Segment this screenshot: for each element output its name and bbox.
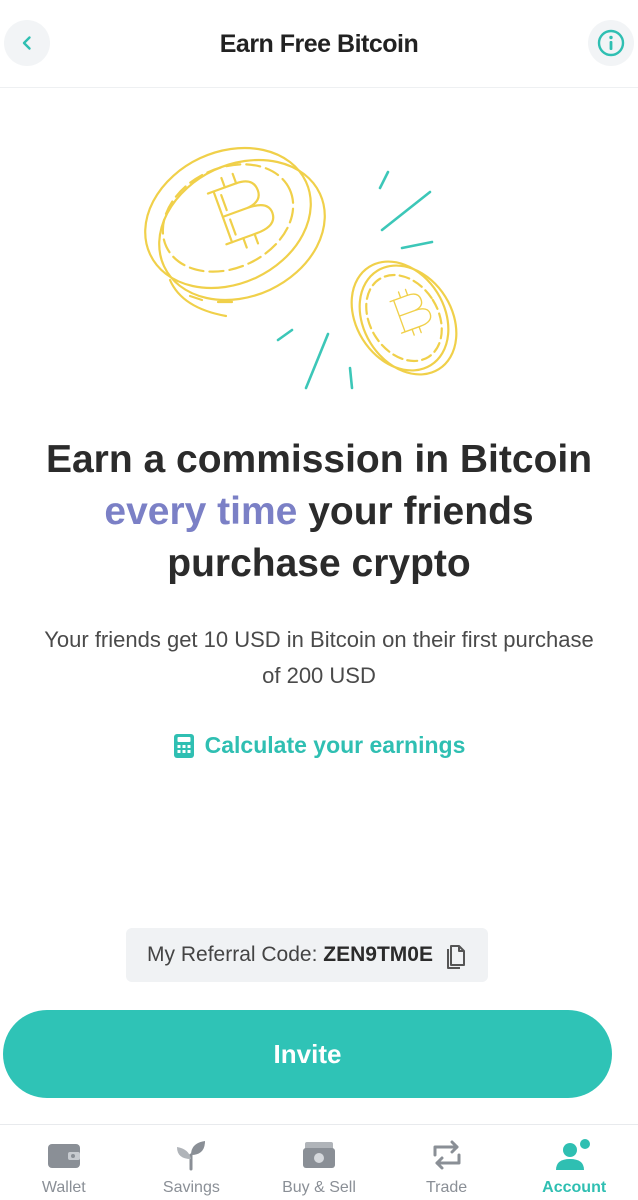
invite-button[interactable]: Invite — [3, 1010, 612, 1098]
wallet-icon — [47, 1144, 80, 1168]
info-icon — [597, 29, 625, 57]
tab-account[interactable]: Account — [510, 1125, 638, 1200]
referral-code-text: My Referral Code: ZEN9TM0E — [147, 943, 433, 967]
user-group-icon — [556, 1139, 591, 1170]
bottom-tab-bar: Wallet Savings Buy & Sell Trade Account — [0, 1124, 638, 1200]
tab-label: Savings — [162, 1179, 220, 1196]
referral-label: My Referral Code: — [147, 943, 324, 966]
tab-wallet[interactable]: Wallet — [0, 1125, 128, 1200]
headline-part1: Earn a commission in Bitcoin — [45, 438, 593, 481]
tab-buy-sell[interactable]: Buy & Sell — [255, 1125, 383, 1200]
swap-icon — [433, 1140, 461, 1170]
referral-code-box[interactable]: My Referral Code: ZEN9TM0E — [126, 928, 488, 982]
referral-code-value: ZEN9TM0E — [323, 943, 433, 966]
tab-label: Trade — [425, 1179, 468, 1196]
bitcoin-coins-icon — [144, 146, 458, 390]
tab-savings[interactable]: Savings — [128, 1125, 256, 1200]
calculate-earnings-label: Calculate your earnings — [204, 732, 466, 758]
promo-headline: Earn a commission in Bitcoin every time … — [20, 434, 618, 590]
top-app-bar: Earn Free Bitcoin — [0, 0, 638, 88]
tab-label: Account — [542, 1179, 607, 1196]
cash-icon — [302, 1142, 335, 1168]
invite-label: Invite — [273, 1038, 342, 1069]
tab-trade[interactable]: Trade — [383, 1125, 511, 1200]
info-button[interactable] — [588, 20, 634, 66]
tab-label: Buy & Sell — [282, 1179, 356, 1196]
sprout-icon — [177, 1141, 206, 1171]
calculator-icon — [173, 733, 194, 758]
calculate-earnings-link[interactable]: Calculate your earnings — [0, 732, 638, 759]
promo-subtext: Your friends get 10 USD in Bitcoin on th… — [44, 627, 594, 688]
headline-accent: every time — [104, 490, 298, 533]
page-title: Earn Free Bitcoin — [219, 30, 419, 58]
copy-icon[interactable] — [445, 941, 467, 969]
tab-label: Wallet — [41, 1179, 86, 1196]
